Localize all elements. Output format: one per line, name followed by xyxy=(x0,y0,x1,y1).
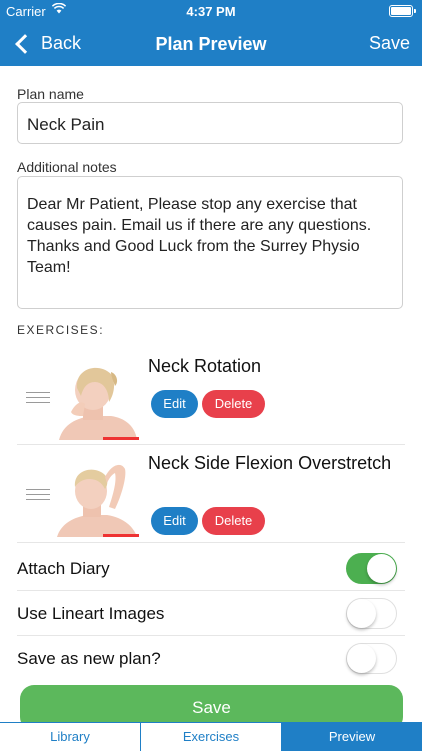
drag-handle-icon[interactable] xyxy=(26,392,50,403)
setting-label: Attach Diary xyxy=(17,559,110,578)
bottom-tab-bar: Library Exercises Preview xyxy=(0,722,422,751)
status-bar: Carrier 4:37 PM xyxy=(0,0,422,22)
exercise-thumbnail xyxy=(55,457,139,537)
exercise-title: Neck Side Flexion Overstretch xyxy=(148,453,392,473)
battery-icon xyxy=(389,5,416,17)
divider xyxy=(17,590,405,591)
setting-attach-diary: Attach Diary xyxy=(17,547,405,591)
setting-label: Use Lineart Images xyxy=(17,604,165,623)
edit-exercise-button[interactable]: Edit xyxy=(151,390,198,418)
notes-textarea[interactable]: Dear Mr Patient, Please stop any exercis… xyxy=(17,176,403,309)
plan-name-label: Plan name xyxy=(17,86,84,102)
clock: 4:37 PM xyxy=(186,4,236,19)
tab-preview[interactable]: Preview xyxy=(281,723,422,751)
divider xyxy=(17,635,405,636)
edit-exercise-button[interactable]: Edit xyxy=(151,507,198,535)
exercise-row: Neck Rotation Edit Delete xyxy=(17,347,405,445)
attach-diary-toggle[interactable] xyxy=(346,553,397,584)
plan-name-input[interactable]: Neck Pain xyxy=(17,102,403,144)
notes-label: Additional notes xyxy=(17,159,117,175)
use-lineart-toggle[interactable] xyxy=(346,598,397,629)
setting-save-new-plan: Save as new plan? xyxy=(17,637,405,681)
exercise-row: Neck Side Flexion Overstretch Edit Delet… xyxy=(17,445,405,543)
page-title: Plan Preview xyxy=(155,34,267,54)
divider xyxy=(17,542,405,543)
drag-handle-icon[interactable] xyxy=(26,489,50,500)
nav-save-button[interactable]: Save xyxy=(369,33,410,54)
setting-label: Save as new plan? xyxy=(17,649,161,668)
exercise-thumbnail xyxy=(55,360,139,440)
header-bar: Carrier 4:37 PM Back Plan Preview Save xyxy=(0,0,422,66)
delete-exercise-button[interactable]: Delete xyxy=(202,390,265,418)
tab-exercises[interactable]: Exercises xyxy=(140,723,281,751)
delete-exercise-button[interactable]: Delete xyxy=(202,507,265,535)
exercises-section-label: EXERCISES: xyxy=(17,323,105,337)
tab-library[interactable]: Library xyxy=(0,723,140,751)
exercise-title: Neck Rotation xyxy=(148,356,262,376)
navigation-bar: Back Plan Preview Save xyxy=(0,22,422,66)
setting-use-lineart: Use Lineart Images xyxy=(17,592,405,636)
save-new-plan-toggle[interactable] xyxy=(346,643,397,674)
